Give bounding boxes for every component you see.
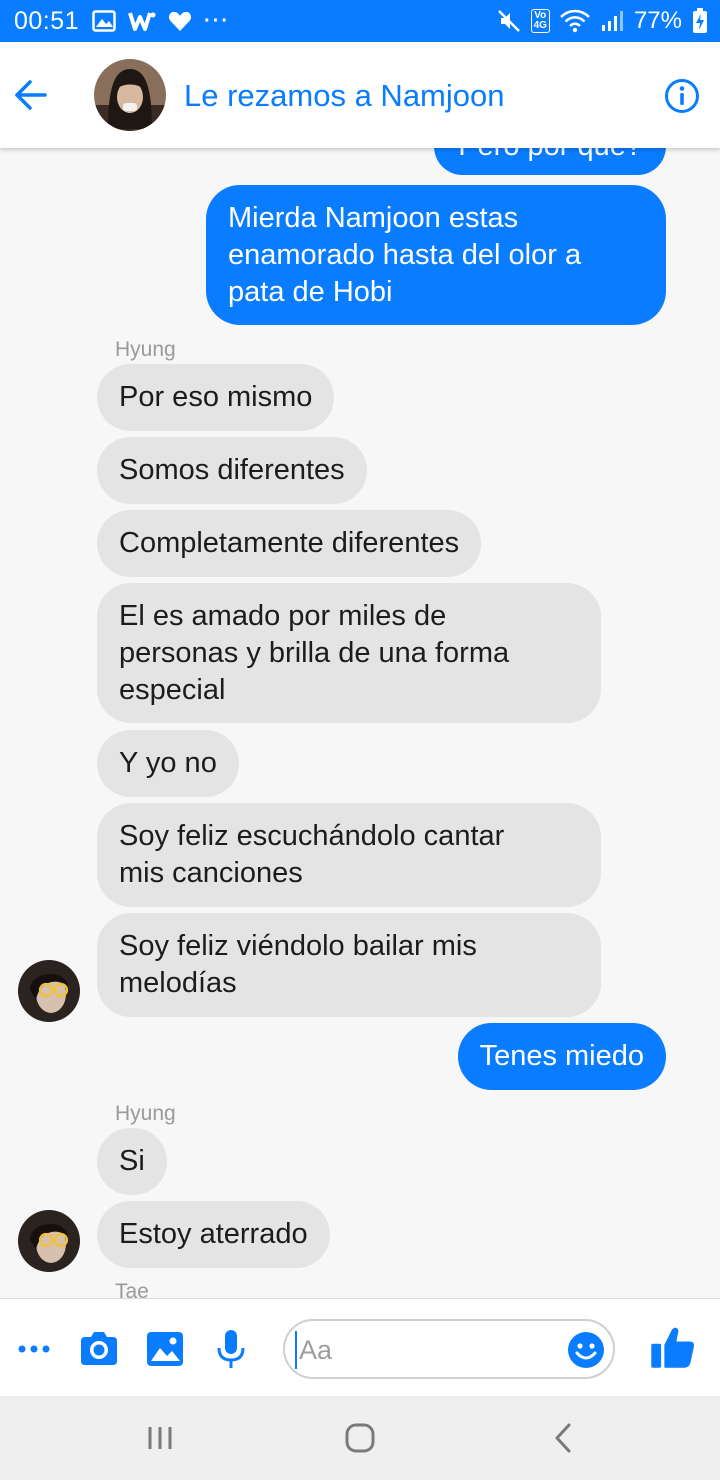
message-text: Pero por qué? [458, 148, 642, 162]
outgoing-message[interactable]: Pero por qué? [434, 148, 666, 175]
volte-label-bottom: 4G [533, 20, 547, 31]
signal-icon [601, 11, 623, 31]
message-text: Estoy aterrado [119, 1218, 308, 1250]
incoming-message[interactable]: Y yo no [97, 730, 239, 797]
incoming-message[interactable]: El es amado por miles de personas y bril… [97, 583, 601, 723]
message-text-line: El es amado por miles de [119, 600, 447, 632]
conversation-title[interactable]: Le rezamos a Namjoon [184, 78, 505, 114]
message-text-line: personas y brilla de una forma [119, 637, 510, 669]
notification-icons: ··· [92, 8, 230, 34]
incoming-message[interactable]: Estoy aterrado [97, 1201, 330, 1268]
message-text-line: pata de Hobi [228, 276, 393, 308]
back-arrow-icon[interactable] [12, 78, 50, 112]
w-app-icon [128, 12, 156, 31]
message-text-line: mis canciones [119, 857, 303, 889]
incoming-message[interactable]: Si [97, 1128, 167, 1195]
emoji-icon[interactable] [567, 1331, 605, 1369]
more-notifications: ··· [204, 9, 230, 32]
message-text-line: melodías [119, 967, 237, 999]
outgoing-message[interactable]: Tenes miedo [457, 1023, 666, 1090]
battery-level: 77% [633, 7, 682, 34]
message-text-line: especial [119, 674, 226, 706]
message-text-line: enamorado hasta del olor a [228, 239, 582, 271]
wifi-icon [560, 9, 590, 33]
message-text-line: Mierda Namjoon estas [228, 202, 519, 234]
message-input[interactable] [295, 1331, 565, 1369]
microphone-icon[interactable] [209, 1327, 253, 1371]
sender-avatar[interactable] [18, 1210, 80, 1272]
android-nav-bar [0, 1396, 720, 1480]
chat-header: Le rezamos a Namjoon [0, 42, 720, 148]
volte-icon: Vo 4G [530, 9, 550, 33]
sender-avatar[interactable] [18, 960, 80, 1022]
outgoing-message[interactable]: Mierda Namjoon estas enamorado hasta del… [206, 185, 666, 325]
incoming-message[interactable]: Soy feliz viéndolo bailar mis melodías [97, 913, 601, 1017]
status-time: 00:51 [14, 7, 80, 35]
conversation-avatar[interactable] [94, 59, 166, 131]
message-text: Si [119, 1145, 145, 1177]
battery-icon [693, 8, 707, 33]
message-text: Por eso mismo [119, 381, 313, 413]
home-icon[interactable] [342, 1420, 378, 1456]
system-icons: Vo 4G 77% [497, 6, 708, 36]
message-text: Completamente diferentes [119, 527, 460, 559]
message-list[interactable]: Pero por qué? Mierda Namjoon estas enamo… [0, 148, 720, 1298]
status-bar: 00:51 ··· Vo 4G 77% [0, 0, 720, 42]
message-text-line: Soy feliz viéndolo bailar mis [119, 930, 477, 962]
message-input-container[interactable] [283, 1319, 615, 1379]
heart-icon [168, 11, 192, 31]
mute-icon [497, 10, 520, 32]
thumbs-up-icon[interactable] [648, 1323, 696, 1371]
incoming-message[interactable]: Completamente diferentes [97, 510, 482, 577]
incoming-message[interactable]: Por eso mismo [97, 364, 335, 431]
sender-name: Hyung [115, 1102, 176, 1125]
more-icon[interactable] [12, 1327, 56, 1371]
image-icon[interactable] [143, 1327, 187, 1371]
back-icon[interactable] [546, 1420, 582, 1456]
recent-apps-icon[interactable] [142, 1420, 178, 1456]
incoming-message[interactable]: Soy feliz escuchándolo cantar mis cancio… [97, 803, 601, 907]
incoming-message[interactable]: Somos diferentes [97, 437, 367, 504]
gallery-icon [92, 10, 116, 32]
info-icon[interactable] [664, 78, 700, 114]
message-text: Somos diferentes [119, 454, 345, 486]
sender-name: Tae [115, 1280, 149, 1298]
message-composer [0, 1298, 720, 1396]
message-text-line: Soy feliz escuchándolo cantar [119, 820, 505, 852]
message-text: Y yo no [119, 747, 217, 779]
message-text: Tenes miedo [479, 1040, 644, 1072]
camera-icon[interactable] [77, 1327, 121, 1371]
sender-name: Hyung [115, 338, 176, 361]
